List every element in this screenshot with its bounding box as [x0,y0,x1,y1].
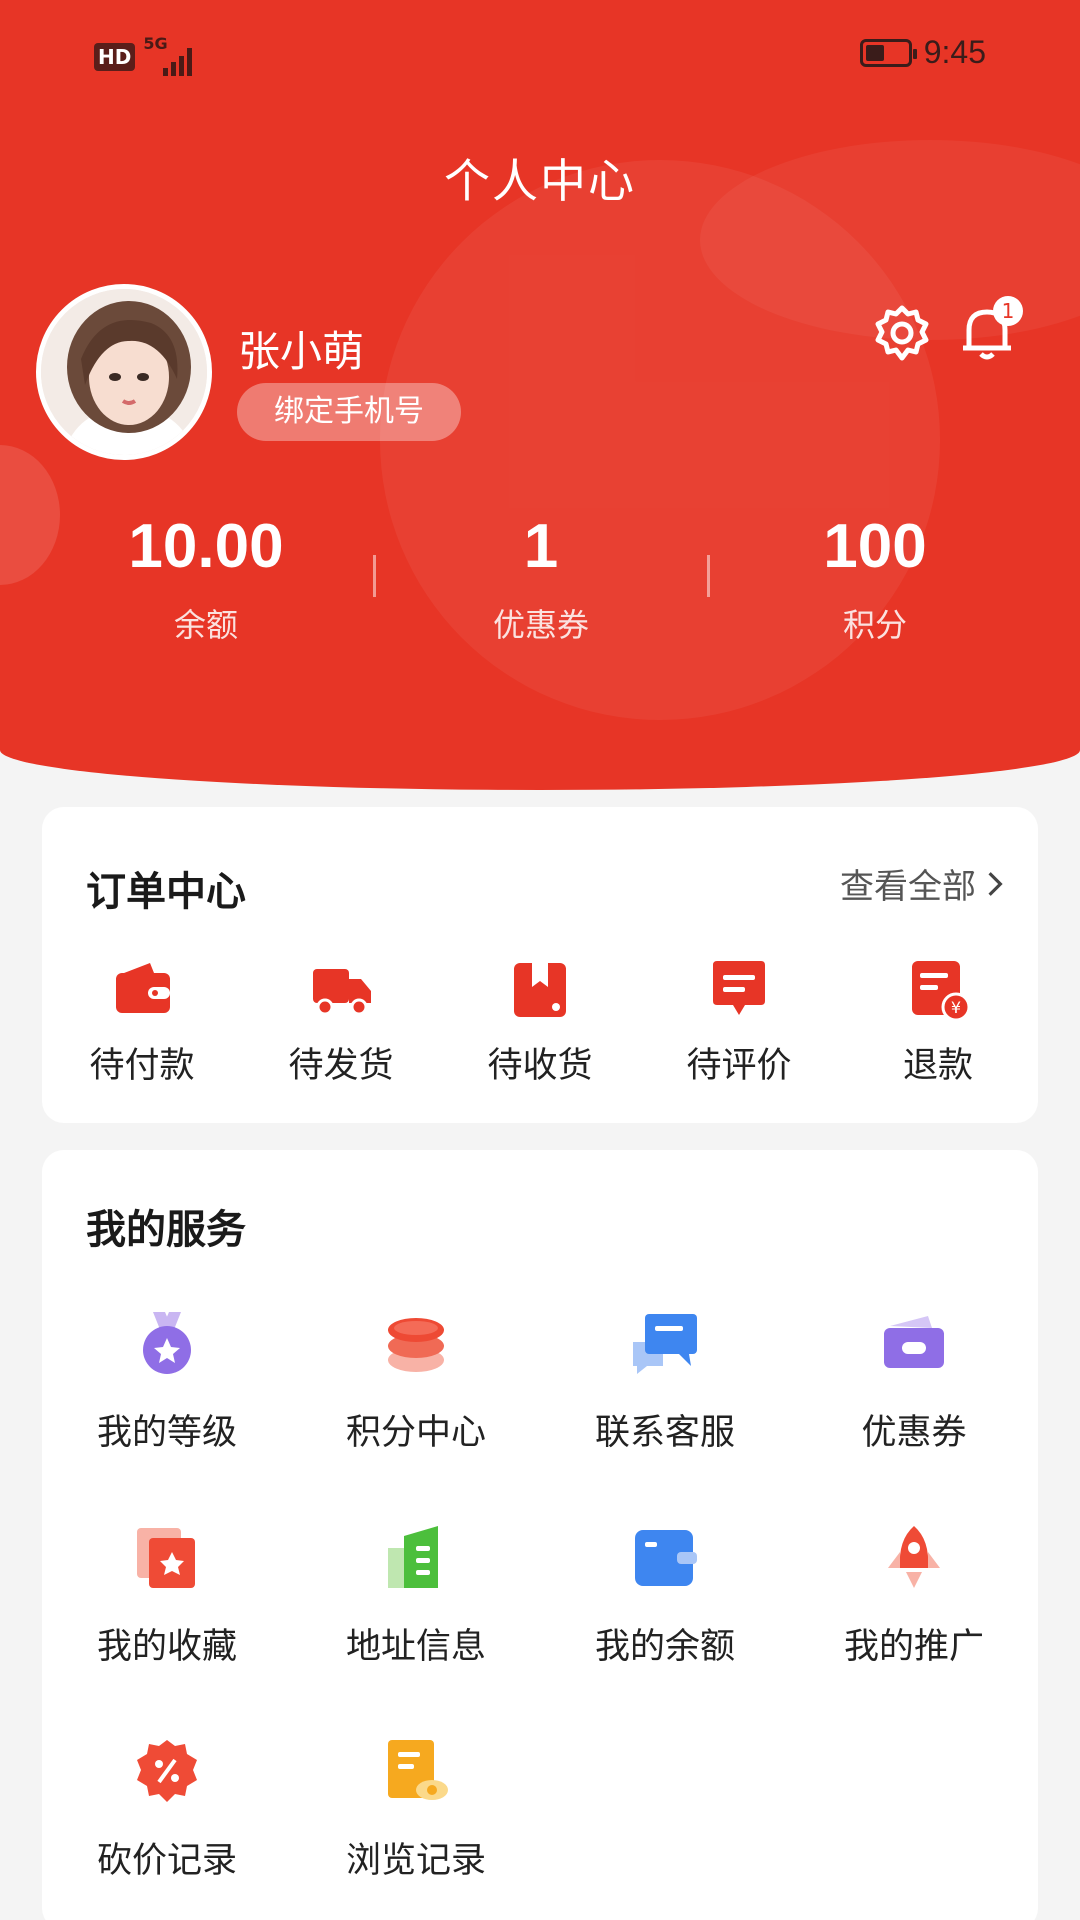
view-all-orders-link[interactable]: 查看全部 [840,859,1004,908]
medal-icon [143,1312,191,1374]
order-label: 待付款 [89,1046,195,1086]
refund-icon: ¥ [912,961,970,1021]
order-pending-shipment[interactable]: 待发货 [241,957,441,1088]
package-icon [514,963,566,1017]
service-balance[interactable]: 我的余额 [540,1522,790,1669]
service-label: 优惠券 [861,1413,967,1453]
svg-text:¥: ¥ [951,998,961,1017]
service-label: 我的推广 [843,1627,984,1667]
hd-indicator: HD [94,43,136,71]
truck-icon [313,969,371,1016]
username: 张小萌 [238,327,365,376]
coins-icon [388,1318,444,1372]
service-label: 砍价记录 [96,1841,237,1881]
address-icon [388,1526,438,1588]
order-center-title: 订单中心 [86,869,246,915]
rocket-icon [888,1526,940,1588]
stat-coupons[interactable]: 1 优惠券 [391,512,691,646]
clock: 9:45 [923,34,986,70]
service-browsing-history[interactable]: 浏览记录 [291,1736,541,1883]
order-refund[interactable]: ¥ 退款 [838,957,1038,1088]
avatar[interactable] [36,284,212,460]
settings-button[interactable] [870,302,934,366]
stat-label: 积分 [842,606,907,644]
divider [707,555,710,597]
service-bargain-history[interactable]: 砍价记录 [42,1736,292,1883]
history-icon [388,1740,448,1800]
stat-value: 1 [523,512,559,581]
wallet-icon [116,963,170,1013]
chat-icon [633,1314,697,1374]
service-label: 我的等级 [96,1413,237,1453]
comment-icon [713,961,765,1015]
service-favorites[interactable]: 我的收藏 [42,1522,292,1669]
order-pending-review[interactable]: 待评价 [639,957,839,1088]
notifications-button[interactable]: 1 [955,296,1023,364]
order-label: 待评价 [686,1046,792,1086]
balance-wallet-icon [635,1530,697,1586]
notification-badge: 1 [993,296,1023,326]
order-pending-payment[interactable]: 待付款 [42,957,242,1088]
stat-balance[interactable]: 10.00 余额 [56,512,356,646]
chevron-right-icon [988,871,1003,896]
service-label: 我的收藏 [96,1627,237,1667]
order-label: 待发货 [288,1046,394,1086]
view-all-label: 查看全部 [840,867,976,907]
stat-value: 10.00 [128,512,284,581]
stat-value: 100 [823,512,927,581]
coupon-icon [884,1316,944,1368]
status-bar: HD 5G 9:45 [0,30,1080,80]
divider [373,555,376,597]
service-label: 地址信息 [345,1627,486,1667]
service-label: 联系客服 [594,1413,735,1453]
favorite-icon [137,1528,195,1588]
service-coupons[interactable]: 优惠券 [789,1308,1039,1455]
battery-icon [859,38,917,67]
service-label: 积分中心 [345,1413,486,1453]
discount-icon [137,1740,197,1802]
my-services-title: 我的服务 [86,1207,246,1253]
order-pending-receipt[interactable]: 待收货 [440,957,640,1088]
service-points-center[interactable]: 积分中心 [291,1308,541,1455]
stat-points[interactable]: 100 积分 [725,512,1025,646]
order-label: 退款 [902,1046,973,1086]
order-label: 待收货 [487,1046,593,1086]
signal-icon: 5G [143,34,199,76]
service-label: 我的余额 [594,1627,735,1667]
service-promotion[interactable]: 我的推广 [789,1522,1039,1669]
order-center-card: 订单中心 查看全部 待付款 待发货 待收货 待评价 ¥ 退款 [42,807,1038,1123]
page-title: 个人中心 [444,154,636,208]
service-my-level[interactable]: 我的等级 [42,1308,292,1455]
decorative-circle [0,445,60,585]
stat-label: 优惠券 [492,606,589,644]
stat-label: 余额 [173,606,238,644]
service-address[interactable]: 地址信息 [291,1522,541,1669]
gear-icon [875,305,929,361]
service-customer-support[interactable]: 联系客服 [540,1308,790,1455]
bind-phone-button[interactable]: 绑定手机号 [237,383,461,441]
service-label: 浏览记录 [345,1841,486,1881]
my-services-card: 我的服务 我的等级 积分中心 联系客服 优惠券 我的收藏 地址信息 我的余额 我… [42,1150,1038,1920]
